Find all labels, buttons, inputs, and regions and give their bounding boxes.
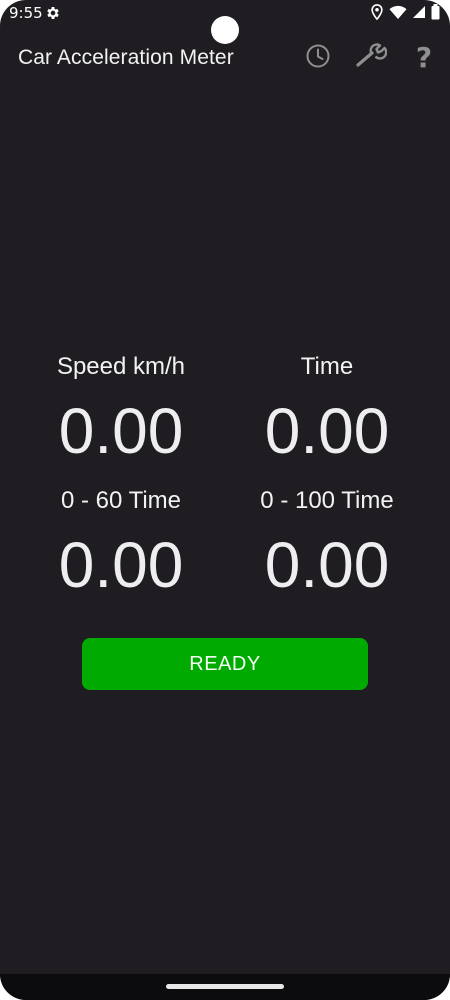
history-button[interactable] xyxy=(302,42,334,74)
status-icons xyxy=(370,4,440,20)
wrench-icon xyxy=(355,42,388,74)
time-reading: Time 0.00 xyxy=(224,345,430,473)
status-time: 9:55 xyxy=(9,4,43,22)
speed-reading: Speed km/h 0.00 xyxy=(18,345,224,473)
zero-to-60-reading: 0 - 60 Time 0.00 xyxy=(18,479,224,607)
time-label: Time xyxy=(300,353,354,380)
zero-to-100-label: 0 - 100 Time xyxy=(260,487,394,514)
gear-icon xyxy=(45,5,61,21)
question-icon: ? xyxy=(415,41,433,74)
app-screen: 9:55 Car Acceleration Meter ? Speed km/h… xyxy=(0,0,450,1000)
wifi-icon xyxy=(389,5,407,20)
speed-value: 0.00 xyxy=(58,395,184,467)
time-value: 0.00 xyxy=(264,395,390,467)
zero-to-60-label: 0 - 60 Time xyxy=(60,487,182,514)
zero-to-60-value: 0.00 xyxy=(58,529,184,601)
app-title: Car Acceleration Meter xyxy=(18,46,234,69)
battery-icon xyxy=(431,4,440,20)
zero-to-100-value: 0.00 xyxy=(264,529,390,601)
home-indicator[interactable] xyxy=(166,984,284,989)
location-icon xyxy=(370,4,384,20)
app-bar: Car Acceleration Meter ? xyxy=(0,34,450,82)
navigation-bar xyxy=(0,974,450,1000)
zero-to-100-reading: 0 - 100 Time 0.00 xyxy=(224,479,430,607)
speed-label: Speed km/h xyxy=(56,353,186,380)
help-button[interactable]: ? xyxy=(408,42,440,74)
signal-icon xyxy=(412,5,426,19)
clock-icon xyxy=(305,43,331,74)
ready-button[interactable]: READY xyxy=(82,638,368,690)
settings-button[interactable] xyxy=(355,42,388,74)
